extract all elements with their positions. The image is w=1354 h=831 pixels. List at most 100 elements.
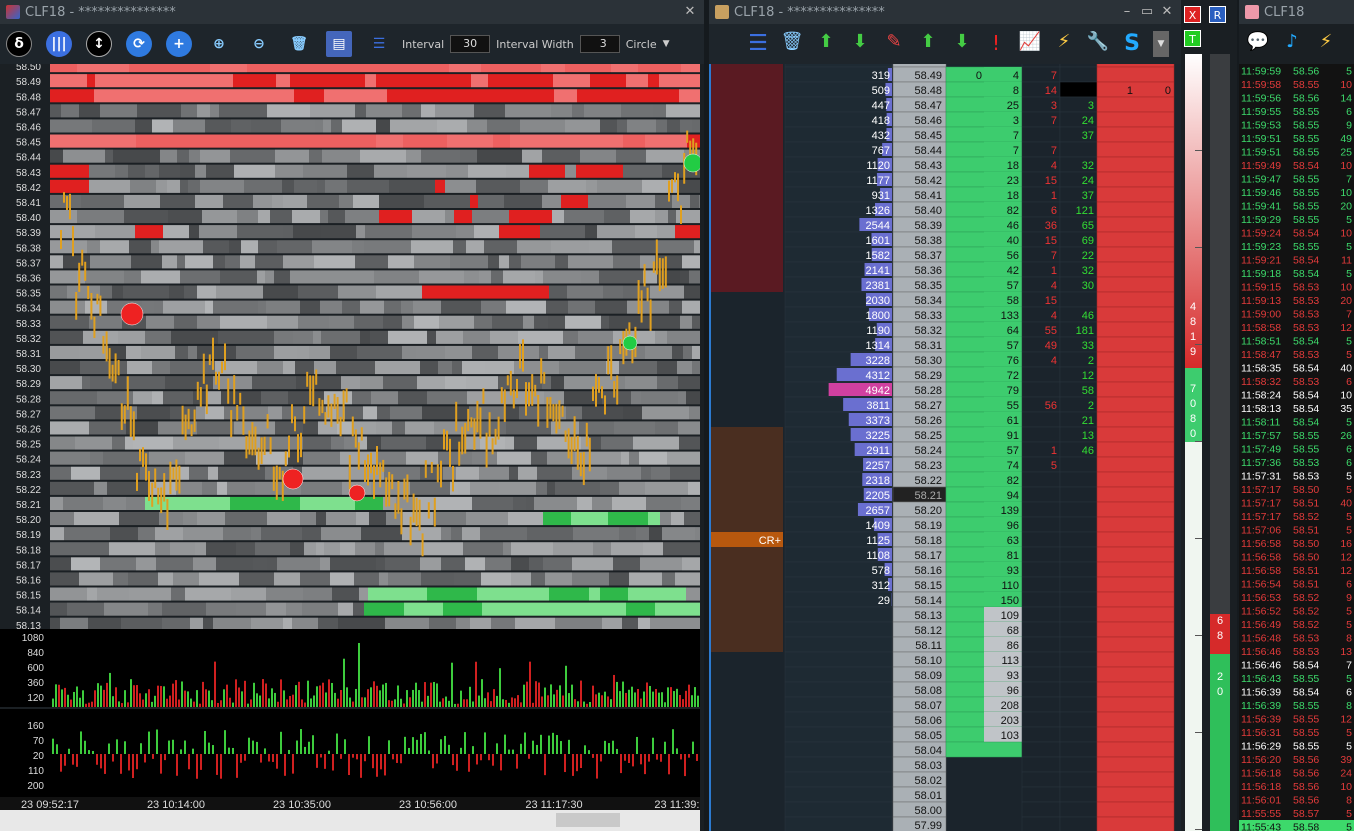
maximize-icon[interactable]: ▭ (1139, 4, 1155, 20)
footprint-cell (491, 270, 503, 284)
ladder-zone-cell (711, 607, 783, 622)
close-icon[interactable]: ✕ (1159, 4, 1175, 20)
minimize-icon[interactable]: – (1119, 4, 1135, 20)
music-icon[interactable]: ♪ (1279, 31, 1305, 57)
delta-bar (516, 754, 518, 769)
price-tick (373, 465, 375, 499)
sell-count-cell (1021, 741, 1061, 758)
ladder-price: 58.11 (915, 640, 942, 652)
zoom-out-icon[interactable]: ⊖ (246, 31, 272, 57)
ladder-price: 58.09 (914, 670, 942, 682)
trade-size: 10 (1340, 228, 1352, 240)
refresh-icon[interactable]: ⟳ (126, 31, 152, 57)
footprint-cell (467, 391, 505, 405)
plug-icon[interactable]: ⚡ (1313, 31, 1339, 57)
price-tick (154, 468, 157, 489)
footprint-cell (330, 557, 376, 571)
delta-bar (344, 739, 346, 754)
trade-price: 58.56 (1293, 768, 1319, 780)
footprint-chart[interactable]: 58.5058.4958.4858.4758.4658.4558.4458.43… (0, 64, 700, 810)
footprint-cell (307, 194, 339, 208)
volume-at-price: 25 (1007, 100, 1019, 112)
style-select[interactable]: Circle (626, 38, 657, 51)
footprint-cell (594, 89, 638, 103)
trash-icon[interactable]: 🗑 (779, 31, 805, 57)
small-meter-track (1210, 54, 1230, 614)
delta-bar (540, 734, 542, 754)
delta-bar (276, 754, 278, 769)
volume-bar (115, 687, 117, 707)
interval-width-input[interactable]: 3 (579, 35, 620, 53)
footprint-cell (89, 179, 130, 193)
volume-bar (589, 701, 591, 707)
footprint-cell (95, 225, 135, 239)
stack-icon[interactable]: ☰ (745, 31, 771, 57)
footprint-cell (321, 527, 361, 541)
delta-bar (84, 740, 86, 754)
chart-scrollbar[interactable] (0, 810, 700, 831)
chevron-down-icon[interactable]: ▼ (663, 39, 670, 49)
chart-icon[interactable]: 📈 (1017, 31, 1043, 57)
meter-tick (1195, 732, 1202, 733)
trade-size: 7 (1346, 174, 1352, 186)
arrow-down-green-icon[interactable]: ⬇ (847, 31, 873, 57)
chevron-down-icon[interactable]: ▼ (1153, 31, 1169, 57)
delta-bar (596, 754, 598, 779)
footprint-cell (456, 617, 470, 631)
meter-sell-value: 1 (1190, 331, 1196, 343)
buy-count-cell (1059, 81, 1098, 98)
footprint-cell (384, 542, 421, 556)
volume-bar (118, 701, 120, 707)
footprint-cell (511, 557, 529, 571)
eraser-icon[interactable]: ✎ (881, 31, 907, 57)
arrow-up-green-icon[interactable]: ⬆ (813, 31, 839, 57)
trade-time: 11:58:35 (1241, 363, 1281, 375)
scrollbar-thumb[interactable] (556, 813, 620, 827)
footprint-cell (387, 89, 397, 103)
footprint-cell (251, 527, 261, 541)
sell-order-cell (1096, 486, 1175, 503)
stack-icon[interactable]: ☰ (366, 31, 392, 57)
footprint-cell (420, 361, 438, 375)
layout-icon[interactable]: ▤ (326, 31, 352, 57)
alert-icon[interactable]: ! (983, 31, 1009, 57)
zoom-in-icon[interactable]: ⊕ (206, 31, 232, 57)
plug-icon[interactable]: ⚡ (1051, 31, 1077, 57)
price-tick (674, 172, 676, 183)
ladder-price: 58.12 (914, 625, 942, 637)
price-tick (151, 482, 154, 507)
arrow-down-icon[interactable]: ⬇ (949, 31, 975, 57)
plus-icon[interactable]: + (166, 31, 192, 57)
interval-input[interactable]: 30 (450, 35, 491, 53)
footprint-cell (402, 345, 416, 359)
chat-icon[interactable]: 💬 (1245, 31, 1271, 57)
bid-cell (784, 621, 893, 638)
volume-at-price: 133 (1001, 310, 1019, 322)
footprint-cell (227, 481, 255, 495)
footprint-cell (293, 330, 313, 344)
delta-bar (164, 754, 166, 761)
trade-price: 58.53 (1293, 646, 1319, 658)
wrench-icon[interactable]: 🔧 (1085, 31, 1111, 57)
arrow-up-icon[interactable]: ⬆ (915, 31, 941, 57)
price-tick (96, 293, 99, 305)
delta-bar (320, 754, 322, 758)
footprint-cell (672, 345, 683, 359)
bars-icon[interactable]: ||| (46, 31, 72, 57)
trash-icon[interactable]: 🗑 (286, 31, 312, 57)
trade-size: 6 (1346, 444, 1352, 456)
footprint-cell (641, 300, 669, 314)
volume-at-price: 7 (1013, 130, 1019, 142)
footprint-cell (645, 481, 688, 495)
footprint-cell (572, 557, 613, 571)
delta-icon[interactable]: δ (6, 31, 32, 57)
updown-icon[interactable]: ↕ (86, 31, 112, 57)
footprint-cell (180, 270, 220, 284)
s-icon[interactable]: S (1119, 31, 1145, 57)
volume-bar (73, 691, 75, 707)
sell-order-cell (1096, 606, 1175, 623)
price-ladder[interactable]: 58.5031958.4904750958.488141044758.47253… (709, 64, 1179, 831)
close-icon[interactable]: ✕ (682, 4, 698, 20)
price-tick (364, 460, 366, 483)
volume-bar (514, 698, 516, 707)
